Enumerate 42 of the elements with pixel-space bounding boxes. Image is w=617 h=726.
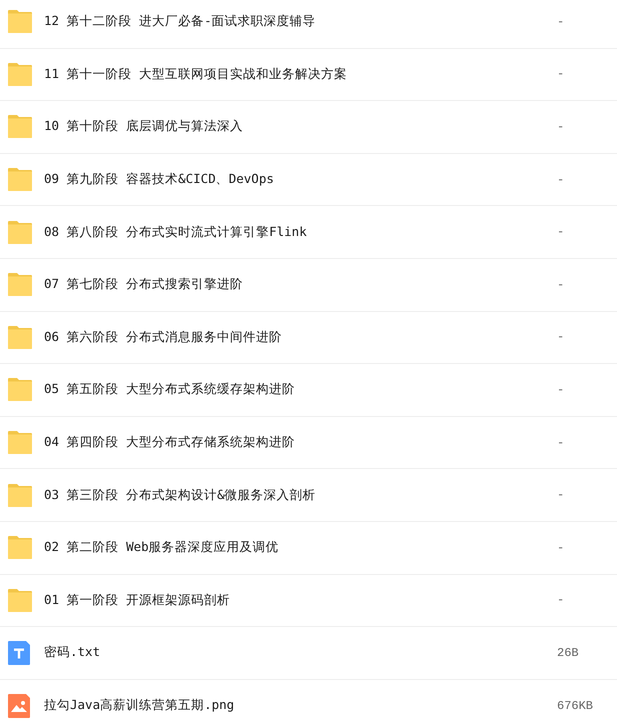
folder-icon [8,62,32,86]
file-name[interactable]: 10 第十阶段 底层调优与算法深入 [44,118,557,136]
folder-icon [8,273,32,296]
file-name[interactable]: 03 第三阶段 分布式架构设计&微服务深入剖析 [44,486,557,504]
file-size: - [557,436,566,450]
file-size: 26B [557,646,580,660]
folder-icon [8,10,32,34]
file-name[interactable]: 11 第十一阶段 大型互联网项目实战和业务解决方案 [44,66,557,83]
file-name[interactable]: 06 第六阶段 分布式消息服务中间件进阶 [44,328,557,346]
image-file-icon [8,694,30,718]
folder-icon [8,484,32,507]
file-size: - [557,330,566,344]
file-name[interactable]: 05 第五阶段 大型分布式系统缓存架构进阶 [44,381,557,398]
folder-icon [8,431,32,454]
folder-icon [8,115,32,138]
folder-icon [8,536,32,560]
folder-icon [8,378,32,402]
file-size: - [557,540,566,555]
file-name[interactable]: 02 第二阶段 Web服务器深度应用及调优 [44,539,557,556]
file-size: - [557,278,566,292]
folder-icon [8,168,32,192]
file-name[interactable]: 08 第八阶段 分布式实时流式计算引擎Flink [44,224,557,241]
folder-icon [8,326,32,349]
text-file-icon [8,640,30,665]
file-size: - [557,382,566,397]
file-size: 676KB [557,698,594,713]
file-name[interactable]: 01 第一阶段 开源框架源码剖析 [44,592,557,609]
file-name[interactable]: 09 第九阶段 容器技术&CICD、DevOps [44,171,557,188]
file-size: - [557,67,566,82]
file-name[interactable]: 12 第十二阶段 进大厂必备-面试求职深度辅导 [44,13,557,30]
file-size: - [557,172,566,187]
folder-icon [8,220,32,244]
file-size: - [557,14,566,29]
file-name[interactable]: 拉勾Java高薪训练营第五期.png [44,697,557,714]
file-name[interactable]: 07 第七阶段 分布式搜索引擎进阶 [44,276,557,294]
file-size: - [557,593,566,608]
file-name[interactable]: 04 第四阶段 大型分布式存储系统架构进阶 [44,434,557,452]
file-size: - [557,225,566,240]
file-size: - [557,488,566,502]
file-name[interactable]: 密码.txt [44,644,557,662]
folder-icon [8,588,32,612]
file-size: - [557,120,566,134]
